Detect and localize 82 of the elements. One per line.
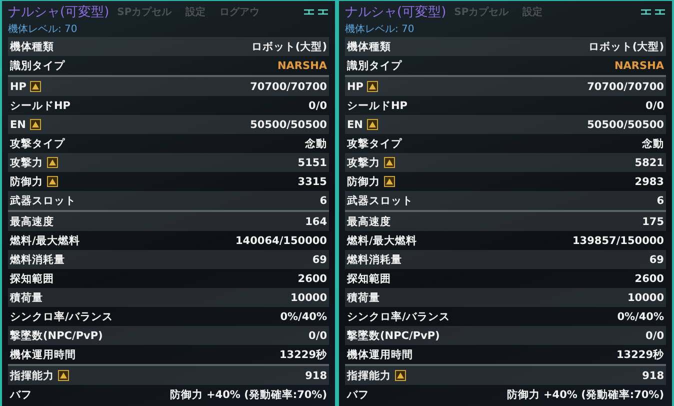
stat-label: シンクロ率/バランス (347, 310, 450, 324)
stat-value: 69 (649, 254, 664, 266)
stat-value: 175 (642, 216, 664, 228)
stat-label: HP (347, 80, 364, 92)
stat-value: 70700/70700 (250, 80, 327, 92)
stat-label: 防御力 (10, 174, 43, 188)
stat-value: ロボット(大型) (588, 40, 664, 54)
stat-value: 13229秒 (616, 348, 664, 362)
stat-label: 武器スロット (347, 194, 413, 208)
stat-label: 攻撃力 (347, 156, 380, 170)
stat-label: 指揮能力 (347, 368, 391, 382)
stat-value: 10000 (290, 292, 327, 304)
stat-label: 防御力 (347, 174, 380, 188)
stat-label: 最高速度 (347, 214, 391, 228)
stat-value: 6 (320, 194, 327, 206)
stat-value: 2600 (634, 272, 664, 284)
stat-value: 3315 (298, 176, 327, 188)
stat-value: 5151 (298, 156, 327, 168)
stat-value: 50500/50500 (587, 118, 664, 130)
stat-label: シンクロ率/バランス (10, 310, 113, 324)
collapse-icon[interactable] (640, 8, 666, 16)
stat-label: 燃料消耗量 (10, 252, 65, 266)
stat-label: 探知範囲 (10, 272, 54, 286)
stat-value: 70700/70700 (587, 80, 664, 92)
stat-value: 0/0 (646, 100, 664, 112)
stat-label: 指揮能力 (10, 368, 54, 382)
stat-value: 139857/150000 (572, 234, 664, 246)
stat-label: シールドHP (347, 98, 408, 112)
stat-value: NARSHA (614, 60, 664, 72)
stat-label: 機体運用時間 (347, 348, 413, 362)
stat-value: 13229秒 (279, 348, 327, 362)
stat-label: 武器スロット (10, 194, 76, 208)
stat-value: 念動 (642, 136, 664, 150)
stat-label: 識別タイプ (347, 58, 402, 72)
stat-label: 機体種類 (347, 40, 391, 54)
stat-label: 攻撃タイプ (10, 136, 65, 150)
unit-level: 機体レベル: 70 (8, 22, 78, 37)
stat-label: 探知範囲 (347, 272, 391, 286)
stat-value: NARSHA (278, 60, 327, 72)
stat-label: シールドHP (10, 98, 70, 112)
stat-value: 6 (656, 194, 664, 206)
stat-value: 0/0 (308, 100, 327, 112)
stat-label: 攻撃力 (10, 156, 43, 170)
stat-value: 防御力 +40% (発動確率:70%) (506, 388, 664, 402)
stat-value: 69 (312, 254, 327, 266)
stat-value: 2600 (298, 272, 327, 284)
stat-label: バフ (10, 388, 32, 402)
stat-label: 積荷量 (10, 290, 43, 304)
stat-value: 50500/50500 (250, 118, 327, 130)
stat-value: 164 (305, 216, 327, 228)
stat-value: 140064/150000 (235, 234, 327, 246)
unit-level: 機体レベル: 70 (345, 22, 416, 37)
collapse-icon[interactable] (303, 8, 329, 16)
panel-title: ナルシャ(可変型) (345, 4, 446, 20)
stat-label: 撃墜数(NPC/PvP) (347, 328, 440, 342)
stat-label: EN (347, 118, 363, 130)
stat-label: 燃料消耗量 (347, 252, 402, 266)
stat-label: 機体運用時間 (10, 348, 76, 362)
stat-label: 撃墜数(NPC/PvP) (10, 328, 103, 342)
stat-label: 燃料/最大燃料 (347, 234, 417, 248)
stat-value: 918 (642, 370, 664, 382)
stat-label: EN (10, 118, 26, 130)
stat-value: 0%/40% (280, 310, 327, 322)
stat-value: 5821 (634, 156, 664, 168)
stat-value: 0/0 (308, 330, 327, 342)
stat-value: ロボット(大型) (251, 40, 327, 54)
stat-label: 識別タイプ (10, 58, 65, 72)
stat-label: 燃料/最大燃料 (10, 234, 80, 248)
stat-label: HP (10, 80, 26, 92)
stat-value: 念動 (305, 136, 327, 150)
stat-value: 10000 (627, 292, 664, 304)
stat-label: 積荷量 (347, 290, 380, 304)
stat-value: 0/0 (646, 330, 664, 342)
stat-value: 918 (305, 370, 327, 382)
stat-value: 防御力 +40% (発動確率:70%) (170, 388, 327, 402)
stat-label: 最高速度 (10, 214, 54, 228)
panel-title: ナルシャ(可変型) (8, 4, 110, 20)
stat-label: 機体種類 (10, 40, 54, 54)
stat-value: 0%/40% (617, 310, 664, 322)
stat-value: 2983 (634, 176, 664, 188)
stat-label: 攻撃タイプ (347, 136, 402, 150)
stat-label: バフ (347, 388, 369, 402)
